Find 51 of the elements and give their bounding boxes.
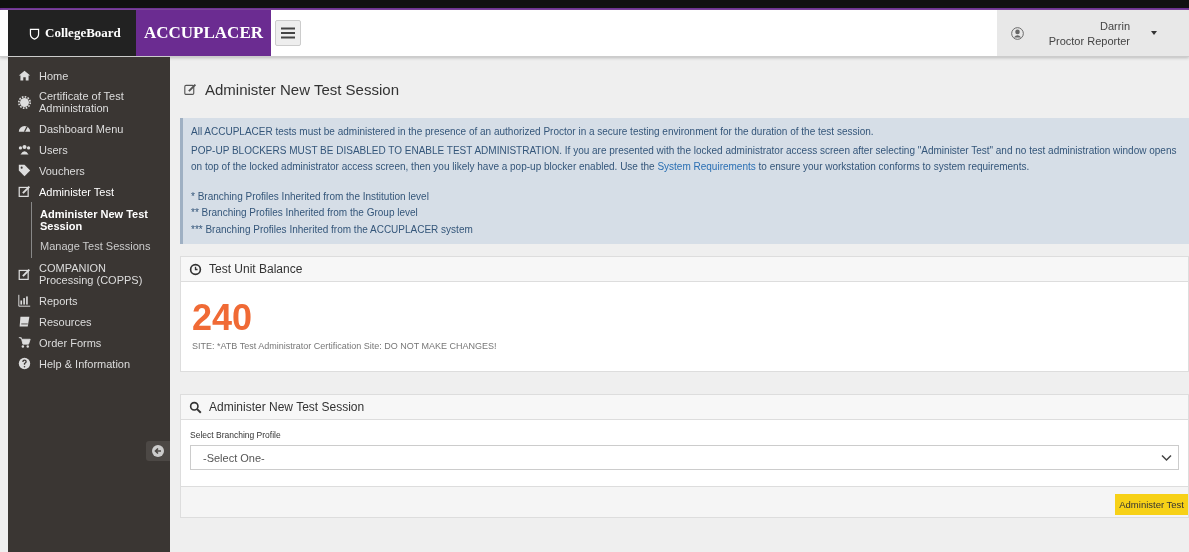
- edit-icon: [184, 83, 197, 96]
- page-title: Administer New Test Session: [205, 81, 399, 98]
- gear-icon: [18, 95, 31, 109]
- site-text: SITE: *ATB Test Administrator Certification Site: DO NOT MAKE CHANGES!: [192, 341, 498, 351]
- help-icon: [18, 357, 31, 370]
- footnote: ** Branching Profiles Inherited from the Group level: [191, 206, 419, 220]
- panel-title: Administer New Test Session: [209, 400, 365, 414]
- clock-icon: [189, 262, 202, 276]
- chevron-down-icon: [1161, 453, 1172, 462]
- avatar-icon: [1011, 26, 1024, 40]
- tag-icon: [18, 164, 31, 177]
- panel-title: Test Unit Balance: [209, 262, 303, 276]
- user-role: Proctor Reporter: [1048, 34, 1130, 47]
- sidebar-item[interactable]: COMPANION Processing (COPPS): [8, 258, 170, 290]
- branching-profile-select[interactable]: -Select One-: [190, 445, 1179, 470]
- notice-text: POP-UP BLOCKERS MUST BE DISABLED TO ENABLE TEST ADMINISTRATION. If you are presented with the locked administrator access screen after selecting "Administer Test" and no test administration window opens on top of the locked administrator access screen, then you likely have a pop-up blocker enabled. Use the System Requirements to ensure your workstation conforms to system requirements.: [191, 143, 1178, 174]
- college-board-logo: CollegeBoard: [8, 10, 136, 56]
- menu-icon: [281, 27, 295, 39]
- sidebar-item[interactable]: Home: [8, 65, 170, 86]
- sidebar-item[interactable]: Administer Test: [8, 181, 170, 202]
- submenu-item[interactable]: Manage Test Sessions: [32, 236, 172, 256]
- balance-value: 240: [192, 298, 254, 338]
- arrow-left-icon: [152, 445, 164, 457]
- user-name: Darrin: [1100, 19, 1130, 32]
- sidebar-item[interactable]: Reports: [8, 290, 170, 311]
- caret-icon: [1150, 30, 1158, 36]
- search-icon: [189, 400, 202, 414]
- footnote: *** Branching Profiles Inherited from the ACCUPLACER system: [191, 222, 474, 237]
- bar-chart-icon: [18, 294, 31, 307]
- home-icon: [18, 69, 31, 82]
- book-icon: [18, 315, 31, 328]
- cart-icon: [18, 336, 31, 349]
- edit-icon: [18, 185, 31, 198]
- sidebar-item[interactable]: Resources: [8, 311, 170, 332]
- users-icon: [18, 143, 31, 156]
- notice-text: All ACCUPLACER tests must be administered in the presence of an authorized Proctor in a secure testing environment for the duration of the test session.: [191, 125, 875, 139]
- sidebar-item[interactable]: Help & Information: [8, 353, 170, 374]
- sidebar-item[interactable]: Users: [8, 139, 170, 160]
- field-label: Select Branching Profile: [190, 430, 282, 440]
- collapse-button[interactable]: [146, 441, 170, 461]
- edit-icon: [18, 267, 31, 281]
- sidebar-item[interactable]: Vouchers: [8, 160, 170, 181]
- footnote: * Branching Profiles Inherited from the Institution level: [191, 189, 430, 204]
- sidebar-item[interactable]: Dashboard Menu: [8, 118, 170, 139]
- sidebar-item[interactable]: Certificate of Test Administration: [8, 86, 170, 118]
- system-requirements-link[interactable]: System Requirements: [657, 161, 756, 172]
- menu-button[interactable]: [275, 20, 301, 46]
- sidebar-item[interactable]: Order Forms: [8, 332, 170, 353]
- accuplacer-logo: ACCUPLACER: [136, 10, 271, 56]
- administer-test-button[interactable]: Administer Test: [1115, 494, 1188, 515]
- user-menu[interactable]: Darrin Proctor Reporter: [997, 10, 1189, 56]
